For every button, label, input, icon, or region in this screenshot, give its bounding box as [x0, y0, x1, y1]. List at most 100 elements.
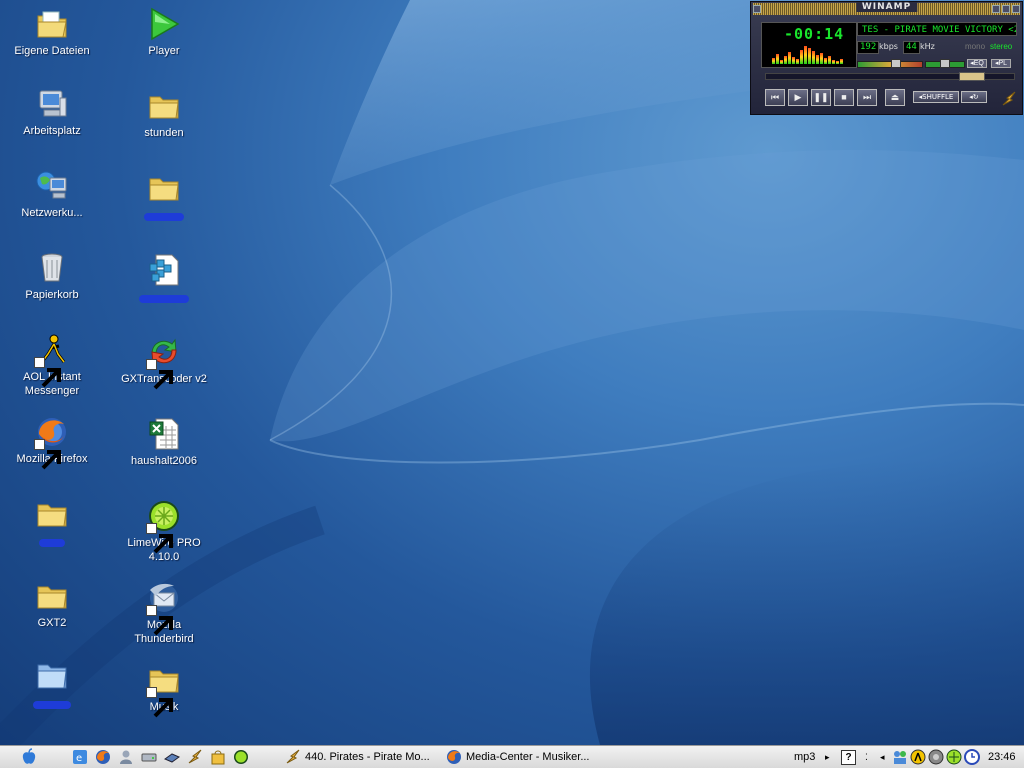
winamp-previous-button[interactable]: ⏮ — [765, 89, 785, 106]
winamp-next-button[interactable]: ⏭ — [857, 89, 877, 106]
folder-icon — [34, 578, 70, 614]
quicklaunch-disk[interactable] — [164, 746, 180, 768]
desktop-icon-eigene-dateien[interactable]: Eigene Dateien — [4, 6, 100, 58]
task-label: 440. Pirates - Pirate Mo... — [305, 751, 430, 763]
antivirus-icon — [928, 749, 944, 765]
winamp-pl-button[interactable]: ◂PL — [991, 59, 1011, 68]
winamp-song-title[interactable]: TES - PIRATE MOVIE VICTORY <2:3 — [857, 22, 1017, 36]
help-icon: ? — [841, 749, 856, 765]
separator-icon: ⁚ — [865, 751, 868, 762]
winamp-shade-button[interactable] — [1002, 5, 1010, 13]
limewire-tray-icon — [946, 749, 962, 765]
desktop-icon-musik[interactable]: Musik — [116, 662, 212, 718]
desktop-icon-label-redacted — [144, 213, 184, 221]
winamp-repeat-button[interactable]: ◂↻ — [961, 91, 987, 103]
seek-knob[interactable] — [959, 72, 985, 81]
winamp-eject-button[interactable]: ⏏ — [885, 89, 905, 106]
quicklaunch-drive[interactable] — [141, 746, 157, 768]
folder-icon — [146, 170, 182, 206]
shortcut-arrow-icon — [146, 605, 173, 636]
tray-aim[interactable] — [910, 746, 926, 768]
task-button-winamp[interactable]: 440. Pirates - Pirate Mo... — [285, 746, 430, 768]
desktop-icon-stunden[interactable]: stunden — [116, 88, 212, 140]
winamp-menu-button[interactable] — [753, 5, 761, 13]
desktop-icon-registry-redacted[interactable] — [116, 252, 212, 308]
tray-clock-app[interactable] — [964, 746, 980, 768]
mp3-toolbar[interactable]: mp3 — [794, 746, 815, 768]
winamp-time-display[interactable]: -00:14 — [784, 25, 844, 43]
desktop-icon-label: Papierkorb — [25, 289, 79, 301]
folder-icon — [146, 88, 182, 124]
my-computer-icon — [34, 86, 70, 122]
task-button-firefox[interactable]: Media-Center - Musiker... — [446, 746, 589, 768]
winamp-play-button[interactable]: ▶ — [788, 89, 808, 106]
winamp-stereo-indicator: stereo — [990, 42, 1013, 51]
desktop-icon-haushalt2006[interactable]: haushalt2006 — [116, 416, 212, 468]
winamp-shuffle-button[interactable]: ◂SHUFFLE — [913, 91, 959, 103]
desktop-icon-folder-redacted-1[interactable] — [4, 496, 100, 552]
winamp-titlebar[interactable]: WINAMP — [753, 2, 1020, 15]
desktop-icon-firefox[interactable]: Mozilla Firefox — [4, 414, 100, 470]
desktop-icon-papierkorb[interactable]: Papierkorb — [4, 250, 100, 302]
quicklaunch-limewire[interactable] — [233, 746, 249, 768]
desktop-icon-label: Arbeitsplatz — [23, 125, 81, 137]
desktop-icon-arbeitsplatz[interactable]: Arbeitsplatz — [4, 86, 100, 138]
tray-network[interactable] — [892, 746, 908, 768]
winamp-seek-bar[interactable] — [765, 72, 1015, 81]
desktop-icon-folder-redacted-2[interactable] — [4, 658, 100, 714]
quicklaunch-bag[interactable] — [210, 746, 226, 768]
winamp-close-button[interactable] — [1012, 5, 1020, 13]
tray-limewire[interactable] — [946, 746, 962, 768]
tray-antivirus[interactable] — [928, 746, 944, 768]
desktop-icon-label-redacted — [139, 295, 189, 303]
winamp-pause-button[interactable]: ❚❚ — [811, 89, 831, 106]
desktop-icon-gxtranscoder[interactable]: GXTranscoder v2 — [116, 334, 212, 390]
winamp-window[interactable]: WINAMP -00:14 TES - PIRATE MOVIE VICTORY… — [750, 1, 1023, 115]
taskbar-clock[interactable]: 23:46 — [988, 746, 1016, 768]
chevron-left-icon[interactable]: ◂ — [880, 746, 885, 768]
winamp-kbps-value: 192 — [857, 41, 880, 54]
thunderbird-icon — [146, 580, 182, 636]
play-arrow-icon — [146, 6, 182, 42]
desktop-icon-label: Netzwerku... — [21, 207, 83, 219]
winamp-title: WINAMP — [855, 2, 918, 12]
winamp-volume-slider[interactable] — [857, 59, 923, 68]
desktop-icon-folder-redacted-3[interactable] — [116, 170, 212, 226]
winamp-minimize-button[interactable] — [992, 5, 1000, 13]
desktop-icon-aim[interactable]: AOL Instant Messenger — [4, 332, 100, 398]
winamp-khz-unit: kHz — [920, 42, 935, 51]
help-button[interactable]: ? — [841, 746, 856, 768]
folder-icon — [34, 658, 70, 694]
winamp-balance-slider[interactable] — [925, 59, 965, 68]
chevron-right-icon[interactable]: ▸ — [825, 746, 830, 768]
winamp-stop-button[interactable]: ■ — [834, 89, 854, 106]
desktop-icon-limewire[interactable]: LimeWire PRO 4.10.0 — [116, 498, 212, 564]
disk-icon — [164, 753, 180, 763]
quicklaunch-ie[interactable]: e — [72, 746, 88, 768]
winamp-mono-indicator: mono — [965, 42, 986, 51]
registry-file-icon — [146, 252, 182, 288]
quicklaunch-user[interactable] — [118, 746, 134, 768]
folder-icon — [146, 662, 182, 718]
quicklaunch-firefox[interactable] — [95, 746, 111, 768]
spectrum-bars — [772, 42, 852, 64]
desktop-icon-thunderbird[interactable]: Mozilla Thunderbird — [116, 580, 212, 646]
shortcut-arrow-icon — [34, 439, 61, 470]
desktop-icon-label-redacted — [39, 539, 65, 547]
firefox-icon — [447, 750, 461, 764]
winamp-logo-icon[interactable] — [1000, 90, 1018, 108]
volume-knob[interactable] — [891, 59, 901, 68]
transcoder-icon — [146, 334, 182, 390]
winamp-visualizer[interactable]: -00:14 — [761, 22, 857, 68]
quicklaunch-winamp[interactable] — [187, 746, 203, 768]
desktop-icon-gxt2[interactable]: GXT2 — [4, 578, 100, 630]
shortcut-arrow-icon — [146, 523, 173, 554]
desktop-icon-netzwerkumgebung[interactable]: Netzwerku... — [4, 168, 100, 220]
apple-menu-button[interactable] — [20, 746, 38, 768]
balance-knob[interactable] — [940, 59, 950, 68]
winamp-eq-button[interactable]: ◂EQ — [967, 59, 987, 68]
desktop-icon-player[interactable]: Player — [116, 6, 212, 58]
shortcut-arrow-icon — [34, 357, 61, 388]
winamp-khz-value: 44 — [903, 41, 920, 54]
desktop-icon-label-redacted — [33, 701, 71, 709]
